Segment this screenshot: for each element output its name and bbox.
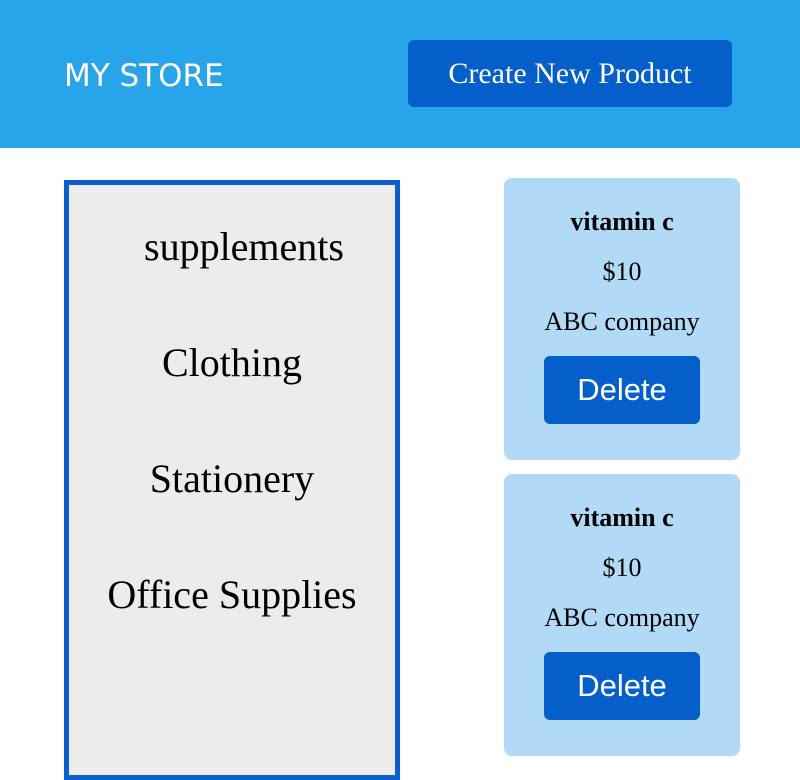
category-stationery[interactable]: Stationery — [69, 454, 395, 504]
create-new-product-button[interactable]: Create New Product — [408, 40, 732, 107]
product-company: ABC company — [544, 603, 700, 632]
category-clothing[interactable]: Clothing — [69, 338, 395, 388]
product-price: $10 — [602, 553, 642, 582]
category-sidebar: supplements Clothing Stationery Office S… — [64, 180, 400, 780]
product-card: vitamin c $10 ABC company Delete — [504, 178, 740, 460]
category-office-supplies[interactable]: Office Supplies — [74, 570, 390, 620]
store-header: MY STORE Create New Product — [0, 0, 800, 148]
category-supplements[interactable]: supplements — [69, 222, 395, 272]
product-company: ABC company — [544, 307, 700, 336]
delete-product-button[interactable]: Delete — [544, 356, 700, 424]
product-name: vitamin c — [570, 503, 674, 532]
product-name: vitamin c — [570, 207, 674, 236]
product-price: $10 — [602, 257, 642, 286]
product-card: vitamin c $10 ABC company Delete — [504, 474, 740, 756]
delete-product-button[interactable]: Delete — [544, 652, 700, 720]
store-logo: MY STORE — [64, 58, 224, 94]
